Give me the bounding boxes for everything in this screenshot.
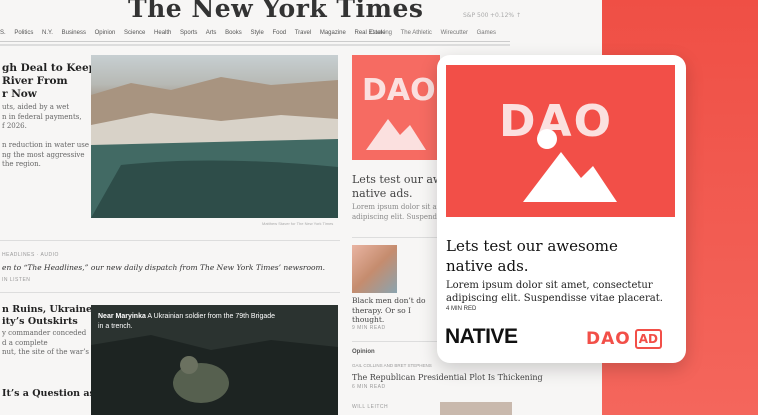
ad-title[interactable]: Lets test our awesome native ads.	[446, 236, 676, 276]
nav-item[interactable]: Cooking	[370, 30, 392, 36]
divider	[352, 341, 442, 342]
nav-item[interactable]: Opinion	[95, 30, 116, 36]
listen-label[interactable]: IN LISTEN	[2, 277, 30, 283]
native-label: NATIVE	[445, 325, 518, 348]
ad-hero-image[interactable]: DAO	[446, 65, 675, 217]
market-label: S&P 500	[463, 12, 489, 19]
nav-item[interactable]: Games	[477, 30, 496, 36]
nav-divider	[0, 44, 510, 46]
divider	[352, 237, 442, 238]
nav-item[interactable]: Health	[154, 30, 171, 36]
bottom-byline: WILL LEITCH	[352, 404, 389, 410]
headlines-tag: HEADLINES · AUDIO	[2, 252, 59, 258]
badge-ad: AD	[634, 328, 662, 349]
dao-logo: DAO	[499, 96, 617, 202]
nav-item[interactable]: Food	[272, 30, 286, 36]
divider	[0, 240, 340, 241]
ad-body: Lorem ipsum dolor sit amet, consectetur …	[446, 280, 663, 304]
nav-item[interactable]: Sports	[180, 30, 197, 36]
ukraine-summary: y commander conceded d a complete nut, t…	[2, 329, 90, 356]
nav-item[interactable]: Style	[250, 30, 263, 36]
nav-item[interactable]: Travel	[295, 30, 311, 36]
native-ad-card[interactable]: DAO Lets test our awesome native ads. Lo…	[437, 55, 686, 363]
section-nav-secondary: Cooking The Athletic Wirecutter Games	[370, 30, 503, 36]
ukraine-headline[interactable]: n Ruins, Ukraine ity’s Outskirts	[2, 304, 92, 328]
ad-read-time: 4 MIN RED	[446, 306, 477, 312]
therapy-thumbnail[interactable]	[352, 245, 397, 293]
opinion-byline: GAIL COLLINS AND BRET STEPHENS	[352, 363, 432, 368]
stage: The New York Times S&P 500 +0.12% ↑ S. P…	[0, 0, 758, 415]
market-value: +0.12% ↑	[490, 12, 522, 19]
nav-item[interactable]: Politics	[14, 30, 33, 36]
lead-headline[interactable]: gh Deal to Keep River From r Now	[2, 62, 96, 101]
opinion-headline[interactable]: The Republican Presidential Plot Is Thic…	[352, 373, 543, 382]
read-time: 6 MIN READ	[352, 384, 386, 390]
nav-item[interactable]: Arts	[206, 30, 217, 36]
dispatch-text[interactable]: en to “The Headlines,” our new daily dis…	[2, 263, 325, 272]
badge-logo: DAO	[586, 328, 631, 349]
mini-logo-text: DAO	[362, 73, 436, 108]
opinion-label[interactable]: Opinion	[352, 349, 375, 355]
divider	[0, 292, 340, 293]
reservoir-photo[interactable]	[91, 55, 338, 218]
nav-item[interactable]: The Athletic	[401, 30, 432, 36]
lead-summary: uts, aided by a wet n in federal payment…	[2, 103, 90, 168]
reservoir-illustration	[91, 77, 338, 218]
dao-logo-preview: DAO	[362, 73, 436, 150]
bottom-thumbnail[interactable]	[440, 402, 512, 415]
dao-ad-badge[interactable]: DAO AD	[586, 325, 674, 352]
native-ad-preview[interactable]: DAO	[352, 55, 440, 160]
nav-item[interactable]: Magazine	[320, 30, 346, 36]
nav-item[interactable]: Books	[225, 30, 242, 36]
nav-item[interactable]: N.Y.	[42, 30, 53, 36]
nav-item[interactable]: Business	[62, 30, 86, 36]
photo-credit: Matthew Staver for The New York Times	[262, 221, 334, 226]
nav-item[interactable]: Wirecutter	[441, 30, 468, 36]
masthead: The New York Times	[128, 0, 424, 23]
therapy-headline[interactable]: Black men don’t do therapy. Or so I thou…	[352, 296, 426, 325]
read-time: 9 MIN READ	[352, 325, 386, 331]
caption-location: Near Maryinka	[98, 313, 146, 320]
nav-item[interactable]: S.	[0, 30, 6, 36]
soldier-photo-caption: Near Maryinka A Ukrainian soldier from t…	[98, 312, 275, 332]
nav-item[interactable]: Science	[124, 30, 145, 36]
